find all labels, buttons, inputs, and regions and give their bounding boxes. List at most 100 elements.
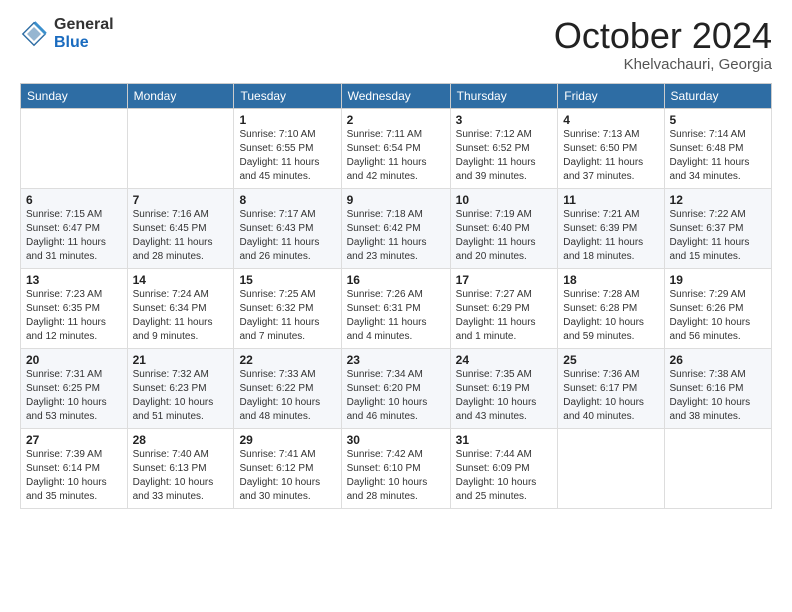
- day-info: Sunrise: 7:13 AM Sunset: 6:50 PM Dayligh…: [563, 128, 658, 184]
- day-info: Sunrise: 7:22 AM Sunset: 6:37 PM Dayligh…: [670, 208, 766, 264]
- day-number: 8: [239, 193, 335, 207]
- day-number: 30: [347, 433, 445, 447]
- calendar-cell: 2Sunrise: 7:11 AM Sunset: 6:54 PM Daylig…: [341, 108, 450, 188]
- day-info: Sunrise: 7:24 AM Sunset: 6:34 PM Dayligh…: [133, 288, 229, 344]
- calendar-cell: 25Sunrise: 7:36 AM Sunset: 6:17 PM Dayli…: [558, 348, 664, 428]
- day-info: Sunrise: 7:11 AM Sunset: 6:54 PM Dayligh…: [347, 128, 445, 184]
- day-number: 10: [456, 193, 553, 207]
- calendar-cell: 14Sunrise: 7:24 AM Sunset: 6:34 PM Dayli…: [127, 268, 234, 348]
- month-title: October 2024: [554, 16, 772, 56]
- day-info: Sunrise: 7:17 AM Sunset: 6:43 PM Dayligh…: [239, 208, 335, 264]
- calendar-cell: 13Sunrise: 7:23 AM Sunset: 6:35 PM Dayli…: [21, 268, 128, 348]
- weekday-header-thursday: Thursday: [450, 83, 558, 108]
- page: General Blue October 2024 Khelvachauri, …: [0, 0, 792, 612]
- week-row-4: 20Sunrise: 7:31 AM Sunset: 6:25 PM Dayli…: [21, 348, 772, 428]
- logo: General Blue: [20, 16, 114, 51]
- calendar-cell: 18Sunrise: 7:28 AM Sunset: 6:28 PM Dayli…: [558, 268, 664, 348]
- day-number: 29: [239, 433, 335, 447]
- day-number: 4: [563, 113, 658, 127]
- calendar-cell: 22Sunrise: 7:33 AM Sunset: 6:22 PM Dayli…: [234, 348, 341, 428]
- calendar-cell: [558, 428, 664, 508]
- calendar-cell: 26Sunrise: 7:38 AM Sunset: 6:16 PM Dayli…: [664, 348, 771, 428]
- day-info: Sunrise: 7:28 AM Sunset: 6:28 PM Dayligh…: [563, 288, 658, 344]
- calendar-cell: 23Sunrise: 7:34 AM Sunset: 6:20 PM Dayli…: [341, 348, 450, 428]
- week-row-5: 27Sunrise: 7:39 AM Sunset: 6:14 PM Dayli…: [21, 428, 772, 508]
- calendar-cell: 24Sunrise: 7:35 AM Sunset: 6:19 PM Dayli…: [450, 348, 558, 428]
- calendar-cell: 29Sunrise: 7:41 AM Sunset: 6:12 PM Dayli…: [234, 428, 341, 508]
- day-number: 21: [133, 353, 229, 367]
- calendar-cell: 19Sunrise: 7:29 AM Sunset: 6:26 PM Dayli…: [664, 268, 771, 348]
- logo-text: General Blue: [54, 16, 114, 51]
- day-number: 19: [670, 273, 766, 287]
- day-info: Sunrise: 7:39 AM Sunset: 6:14 PM Dayligh…: [26, 448, 122, 504]
- calendar-cell: 17Sunrise: 7:27 AM Sunset: 6:29 PM Dayli…: [450, 268, 558, 348]
- day-info: Sunrise: 7:44 AM Sunset: 6:09 PM Dayligh…: [456, 448, 553, 504]
- logo-blue-text: Blue: [54, 34, 114, 52]
- weekday-header-wednesday: Wednesday: [341, 83, 450, 108]
- day-info: Sunrise: 7:38 AM Sunset: 6:16 PM Dayligh…: [670, 368, 766, 424]
- calendar-cell: 31Sunrise: 7:44 AM Sunset: 6:09 PM Dayli…: [450, 428, 558, 508]
- calendar-table: SundayMondayTuesdayWednesdayThursdayFrid…: [20, 83, 772, 509]
- weekday-header-saturday: Saturday: [664, 83, 771, 108]
- logo-icon: [20, 20, 48, 48]
- day-number: 25: [563, 353, 658, 367]
- day-info: Sunrise: 7:19 AM Sunset: 6:40 PM Dayligh…: [456, 208, 553, 264]
- day-number: 27: [26, 433, 122, 447]
- day-number: 26: [670, 353, 766, 367]
- calendar-cell: [127, 108, 234, 188]
- logo-general-text: General: [54, 16, 114, 34]
- calendar-cell: 5Sunrise: 7:14 AM Sunset: 6:48 PM Daylig…: [664, 108, 771, 188]
- day-info: Sunrise: 7:35 AM Sunset: 6:19 PM Dayligh…: [456, 368, 553, 424]
- day-number: 22: [239, 353, 335, 367]
- calendar-cell: [664, 428, 771, 508]
- calendar-cell: 10Sunrise: 7:19 AM Sunset: 6:40 PM Dayli…: [450, 188, 558, 268]
- calendar-cell: 4Sunrise: 7:13 AM Sunset: 6:50 PM Daylig…: [558, 108, 664, 188]
- day-info: Sunrise: 7:31 AM Sunset: 6:25 PM Dayligh…: [26, 368, 122, 424]
- day-info: Sunrise: 7:36 AM Sunset: 6:17 PM Dayligh…: [563, 368, 658, 424]
- day-number: 17: [456, 273, 553, 287]
- day-number: 28: [133, 433, 229, 447]
- day-number: 18: [563, 273, 658, 287]
- day-number: 7: [133, 193, 229, 207]
- header: General Blue October 2024 Khelvachauri, …: [20, 16, 772, 73]
- day-info: Sunrise: 7:34 AM Sunset: 6:20 PM Dayligh…: [347, 368, 445, 424]
- calendar-cell: 11Sunrise: 7:21 AM Sunset: 6:39 PM Dayli…: [558, 188, 664, 268]
- calendar-cell: [21, 108, 128, 188]
- day-number: 14: [133, 273, 229, 287]
- day-number: 3: [456, 113, 553, 127]
- calendar-cell: 8Sunrise: 7:17 AM Sunset: 6:43 PM Daylig…: [234, 188, 341, 268]
- day-number: 11: [563, 193, 658, 207]
- day-info: Sunrise: 7:41 AM Sunset: 6:12 PM Dayligh…: [239, 448, 335, 504]
- day-number: 31: [456, 433, 553, 447]
- day-info: Sunrise: 7:32 AM Sunset: 6:23 PM Dayligh…: [133, 368, 229, 424]
- day-number: 1: [239, 113, 335, 127]
- day-number: 16: [347, 273, 445, 287]
- day-number: 20: [26, 353, 122, 367]
- day-info: Sunrise: 7:26 AM Sunset: 6:31 PM Dayligh…: [347, 288, 445, 344]
- day-number: 12: [670, 193, 766, 207]
- day-info: Sunrise: 7:27 AM Sunset: 6:29 PM Dayligh…: [456, 288, 553, 344]
- day-info: Sunrise: 7:10 AM Sunset: 6:55 PM Dayligh…: [239, 128, 335, 184]
- day-info: Sunrise: 7:25 AM Sunset: 6:32 PM Dayligh…: [239, 288, 335, 344]
- week-row-1: 1Sunrise: 7:10 AM Sunset: 6:55 PM Daylig…: [21, 108, 772, 188]
- calendar-cell: 16Sunrise: 7:26 AM Sunset: 6:31 PM Dayli…: [341, 268, 450, 348]
- calendar-cell: 28Sunrise: 7:40 AM Sunset: 6:13 PM Dayli…: [127, 428, 234, 508]
- weekday-header-sunday: Sunday: [21, 83, 128, 108]
- calendar-cell: 20Sunrise: 7:31 AM Sunset: 6:25 PM Dayli…: [21, 348, 128, 428]
- day-info: Sunrise: 7:16 AM Sunset: 6:45 PM Dayligh…: [133, 208, 229, 264]
- week-row-2: 6Sunrise: 7:15 AM Sunset: 6:47 PM Daylig…: [21, 188, 772, 268]
- location: Khelvachauri, Georgia: [554, 56, 772, 73]
- day-info: Sunrise: 7:21 AM Sunset: 6:39 PM Dayligh…: [563, 208, 658, 264]
- day-number: 6: [26, 193, 122, 207]
- calendar-cell: 3Sunrise: 7:12 AM Sunset: 6:52 PM Daylig…: [450, 108, 558, 188]
- day-info: Sunrise: 7:12 AM Sunset: 6:52 PM Dayligh…: [456, 128, 553, 184]
- calendar-cell: 15Sunrise: 7:25 AM Sunset: 6:32 PM Dayli…: [234, 268, 341, 348]
- day-number: 9: [347, 193, 445, 207]
- day-info: Sunrise: 7:29 AM Sunset: 6:26 PM Dayligh…: [670, 288, 766, 344]
- day-number: 13: [26, 273, 122, 287]
- week-row-3: 13Sunrise: 7:23 AM Sunset: 6:35 PM Dayli…: [21, 268, 772, 348]
- calendar-cell: 6Sunrise: 7:15 AM Sunset: 6:47 PM Daylig…: [21, 188, 128, 268]
- calendar-cell: 1Sunrise: 7:10 AM Sunset: 6:55 PM Daylig…: [234, 108, 341, 188]
- day-info: Sunrise: 7:15 AM Sunset: 6:47 PM Dayligh…: [26, 208, 122, 264]
- day-number: 15: [239, 273, 335, 287]
